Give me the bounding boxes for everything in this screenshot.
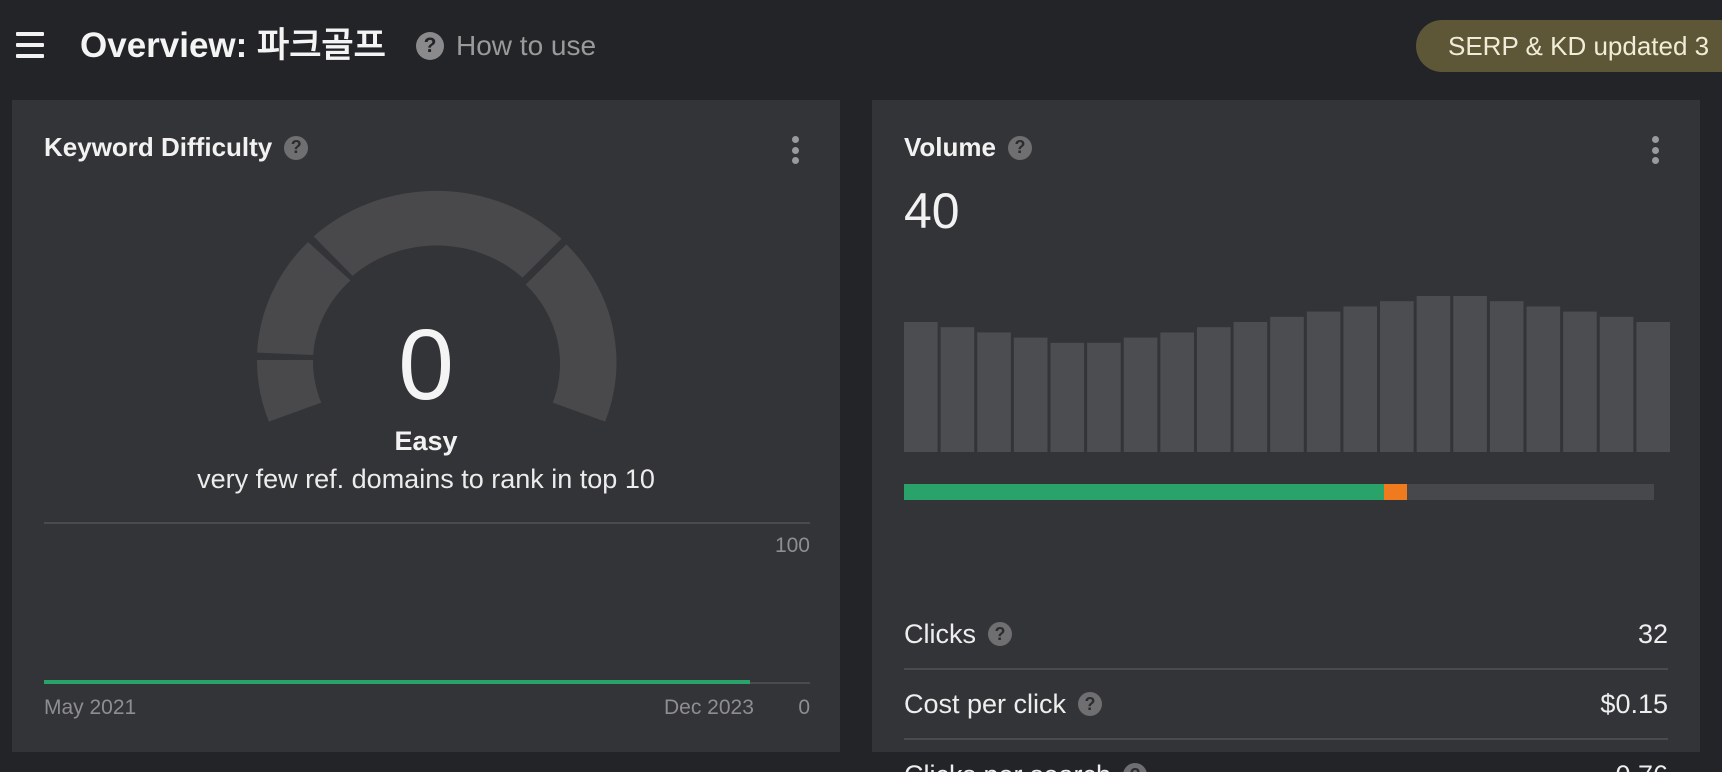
kd-x-end-label: Dec 2023 xyxy=(664,696,754,719)
volume-bar[interactable] xyxy=(1087,342,1121,452)
volume-bar[interactable] xyxy=(1380,301,1414,452)
cpc-label: Cost per click xyxy=(904,688,1067,719)
volume-bar[interactable] xyxy=(940,327,975,452)
volume-bar[interactable] xyxy=(1599,316,1634,452)
volume-bar[interactable] xyxy=(1196,327,1231,452)
cpc-value: $0.15 xyxy=(1600,688,1668,719)
kd-y-min-label: 0 xyxy=(798,696,810,719)
volume-bar[interactable] xyxy=(1233,322,1268,452)
volume-bar[interactable] xyxy=(1416,296,1451,452)
kd-score: 0 xyxy=(398,309,454,421)
menu-icon[interactable] xyxy=(16,32,44,58)
volume-bar[interactable] xyxy=(1306,311,1341,452)
paid-clicks-segment xyxy=(1384,484,1407,500)
top-bar: Overview: 파크골프 ? How to use SERP & KD up… xyxy=(0,0,1722,92)
kd-title-label: Keyword Difficulty xyxy=(44,132,273,162)
how-to-use-label: How to use xyxy=(456,30,597,61)
clicks-per-search-label: Clicks per search xyxy=(904,760,1111,772)
volume-bar[interactable] xyxy=(1563,311,1597,452)
volume-bar[interactable] xyxy=(1526,306,1561,452)
volume-value: 40 xyxy=(904,183,960,239)
volume-bar[interactable] xyxy=(1050,342,1085,452)
serp-update-badge[interactable]: SERP & KD updated 3 xyxy=(1416,20,1722,72)
organic-clicks-segment xyxy=(904,484,1384,500)
volume-bar[interactable] xyxy=(1123,337,1158,452)
volume-bar[interactable] xyxy=(1013,337,1048,452)
volume-bar[interactable] xyxy=(1489,301,1524,452)
kd-more-options-icon[interactable] xyxy=(790,136,800,168)
volume-title-label: Volume xyxy=(904,132,996,162)
clicks-split-bar xyxy=(904,484,1654,500)
volume-history-chart[interactable] xyxy=(904,270,1670,452)
kd-y-max-label: 100 xyxy=(774,534,810,557)
clicks-help-icon[interactable]: ? xyxy=(988,622,1012,646)
kd-description: very few ref. domains to rank in top 10 xyxy=(197,464,655,494)
volume-bar[interactable] xyxy=(1453,296,1487,452)
volume-card-title: Volume ? xyxy=(904,132,1032,163)
kd-chart-top-gridline xyxy=(44,522,810,524)
clicks-label: Clicks xyxy=(904,618,976,649)
metric-row-cpc: Cost per click ? $0.15 xyxy=(904,670,1668,740)
page-title: Overview: 파크골프 xyxy=(80,26,386,65)
how-to-use-link[interactable]: ? How to use xyxy=(416,30,596,62)
volume-bar[interactable] xyxy=(1270,316,1304,452)
volume-card: Volume ? 40 Clicks ? 32 Cost per click ?… xyxy=(872,100,1700,772)
keyword-difficulty-card: Keyword Difficulty ? 0 Easy very few ref… xyxy=(12,100,840,752)
kd-history-line xyxy=(44,680,750,684)
clicks-per-search-help-icon[interactable]: ? xyxy=(1123,763,1148,772)
clicks-per-search-value: 0.76 xyxy=(1615,760,1668,772)
kd-x-start-label: May 2021 xyxy=(44,696,137,719)
kd-help-icon[interactable]: ? xyxy=(284,135,309,160)
volume-bar[interactable] xyxy=(1343,306,1378,452)
volume-bar[interactable] xyxy=(1636,322,1670,452)
volume-bar[interactable] xyxy=(904,322,938,452)
kd-history-chart: 100 May 2021 Dec 2023 0 xyxy=(44,520,810,720)
cpc-help-icon[interactable]: ? xyxy=(1078,692,1103,716)
kd-difficulty-label: Easy xyxy=(394,426,458,456)
help-icon: ? xyxy=(416,32,444,60)
clicks-value: 32 xyxy=(1637,618,1668,649)
volume-bar[interactable] xyxy=(1160,332,1194,452)
kd-card-title: Keyword Difficulty ? xyxy=(44,132,309,163)
metric-row-clicks: Clicks ? 32 xyxy=(904,600,1668,670)
volume-more-options-icon[interactable] xyxy=(1650,136,1660,168)
metric-row-clicks-per-search: Clicks per search ? 0.76 xyxy=(904,740,1668,772)
volume-help-icon[interactable]: ? xyxy=(1007,135,1032,160)
volume-bar[interactable] xyxy=(977,332,1011,452)
